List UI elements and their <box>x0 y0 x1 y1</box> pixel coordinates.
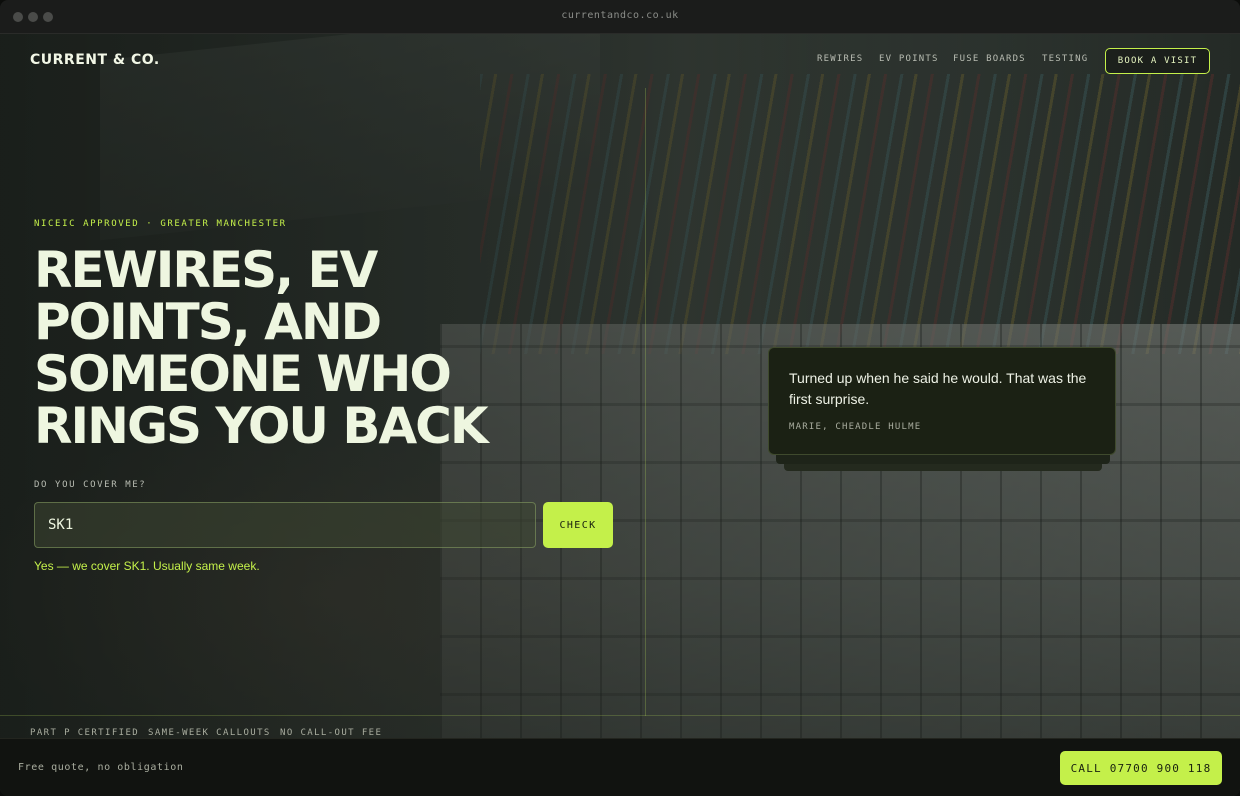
call-button[interactable]: CALL 07700 900 118 <box>1060 751 1222 785</box>
testimonial-card: Turned up when he said he would. That wa… <box>768 347 1116 455</box>
headline-line: REWIRES, EV <box>34 241 378 299</box>
book-visit-button[interactable]: BOOK A VISIT <box>1105 48 1210 74</box>
trust-item: PART P CERTIFIED <box>30 728 140 738</box>
testimonial-quote: Turned up when he said he would. That wa… <box>789 370 1087 407</box>
trust-item: NO CALL-OUT FEE <box>280 728 383 738</box>
testimonial-author: MARIE, CHEADLE HULME <box>789 422 922 432</box>
trust-strip: PART P CERTIFIED SAME-WEEK CALLOUTS NO C… <box>0 715 1240 738</box>
site-logo[interactable]: CURRENT & CO. <box>30 52 160 68</box>
postcode-input[interactable] <box>34 502 536 548</box>
postcode-label: DO YOU COVER ME? <box>34 480 147 490</box>
address-bar[interactable]: currentandco.co.uk <box>0 10 1240 21</box>
coverage-result: Yes — we cover SK1. Usually same week. <box>34 559 260 573</box>
nav-link-testing[interactable]: TESTING <box>1042 54 1088 64</box>
browser-window: currentandco.co.uk CURRENT & CO. REWIRES… <box>0 0 1240 796</box>
hero-eyebrow: NICEIC APPROVED · GREATER MANCHESTER <box>34 219 287 229</box>
nav-link-rewires[interactable]: REWIRES <box>817 54 863 64</box>
nav-link-ev-points[interactable]: EV POINTS <box>879 54 939 64</box>
nav-link-fuse-boards[interactable]: FUSE BOARDS <box>953 54 1026 64</box>
trust-item: SAME-WEEK CALLOUTS <box>148 728 271 738</box>
free-quote-text: Free quote, no obligation <box>18 762 184 773</box>
headline-line: POINTS, AND <box>34 293 382 351</box>
headline-line: RINGS YOU BACK <box>34 397 489 455</box>
hero-headline: REWIRES, EV POINTS, AND SOMEONE WHO RING… <box>34 244 634 452</box>
check-button[interactable]: CHECK <box>543 502 613 548</box>
headline-line: SOMEONE WHO <box>34 345 452 403</box>
page-viewport: CURRENT & CO. REWIRES EV POINTS FUSE BOA… <box>0 34 1240 796</box>
sticky-call-bar: Free quote, no obligation CALL 07700 900… <box>0 738 1240 796</box>
hero-divider <box>645 88 646 716</box>
browser-chrome: currentandco.co.uk <box>0 0 1240 34</box>
